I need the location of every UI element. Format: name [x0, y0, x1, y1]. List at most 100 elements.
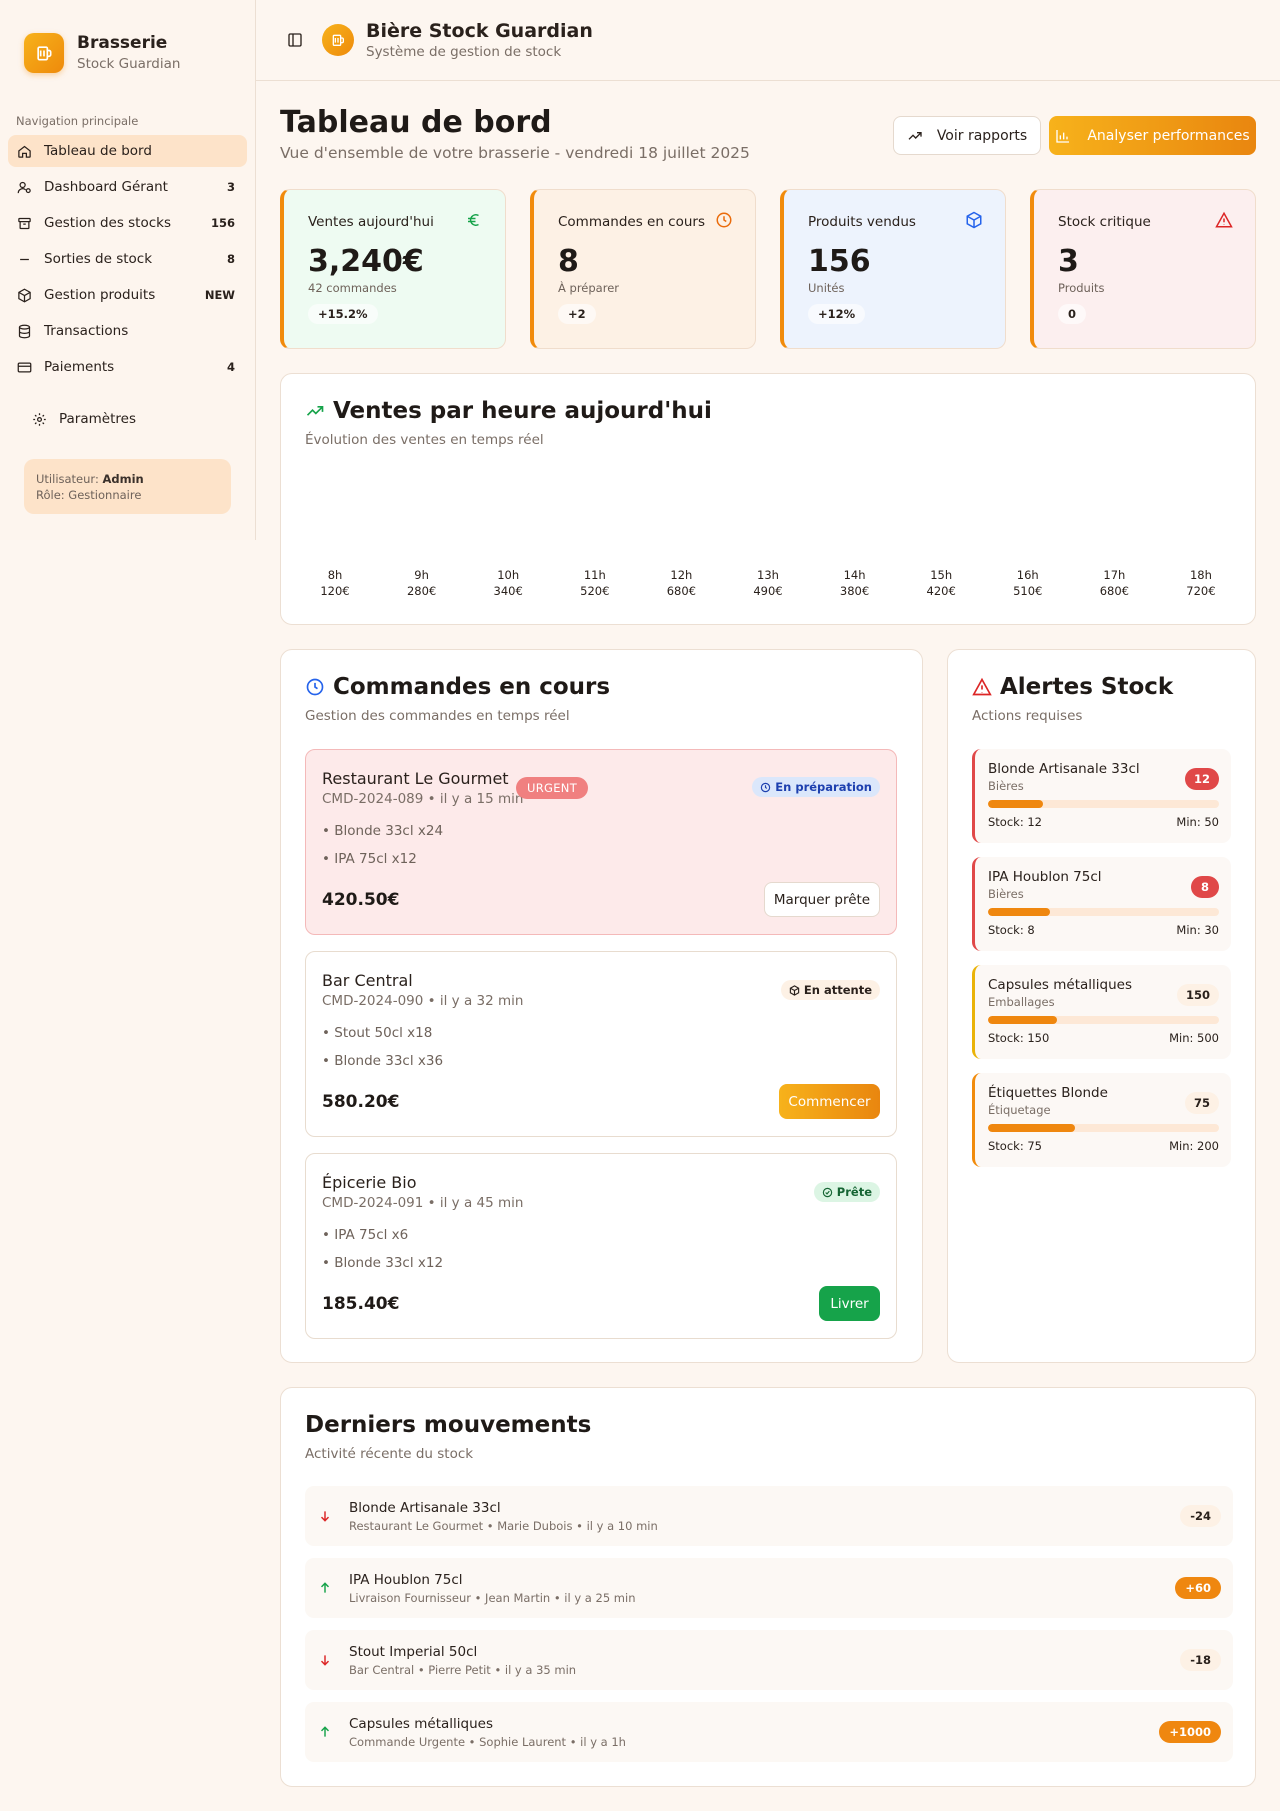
home-icon — [16, 143, 32, 159]
stock-level-fill — [988, 1124, 1075, 1132]
stat-card-produits-vendus[interactable]: Produits vendus 156 Unités +12% — [780, 189, 1006, 349]
app-subtitle: Système de gestion de stock — [366, 43, 562, 60]
movement-qty-badge: -18 — [1180, 1649, 1221, 1671]
orders-card: Commandes en cours Gestion des commandes… — [280, 649, 923, 1363]
sidebar-item-gestion-produits[interactable]: Gestion produits NEW — [8, 279, 247, 311]
commencer-button[interactable]: Commencer — [779, 1084, 880, 1119]
stat-sub: Unités — [808, 281, 845, 295]
hour-axis: 8h 120€ 9h 280€ 10h 340€ 11h 520€ 12h 680€ 13h 490€… — [305, 567, 1231, 599]
sidebar-item-paiements[interactable]: Paiements 4 — [8, 351, 247, 383]
arrow-up-icon — [317, 1725, 333, 1739]
stat-card-commandes[interactable]: Commandes en cours 8 À préparer +2 — [530, 189, 756, 349]
sidebar-item-sorties-stock[interactable]: Sorties de stock 8 — [8, 243, 247, 275]
sidebar-item-label: Gestion des stocks — [44, 215, 172, 231]
alert-stock: Stock: 8 — [988, 923, 1035, 937]
voir-rapports-button[interactable]: Voir rapports — [893, 116, 1041, 155]
archive-icon — [16, 215, 32, 231]
sidebar: Brasserie Stock Guardian Navigation prin… — [0, 0, 256, 540]
brand-subtitle: Stock Guardian — [77, 56, 181, 72]
sidebar-item-label: Paiements — [44, 359, 115, 375]
stat-sub: À préparer — [558, 281, 619, 295]
status-label: En attente — [803, 983, 872, 997]
hour-bar-13h: 13h 490€ — [738, 567, 798, 599]
order-total: 420.50€ — [322, 890, 400, 910]
order-card[interactable]: Épicerie Bio CMD-2024-091 • il y a 45 mi… — [305, 1153, 897, 1339]
hour-label: 16h — [1016, 568, 1039, 582]
order-card[interactable]: Bar Central CMD-2024-090 • il y a 32 min… — [305, 951, 897, 1137]
marquer-prete-button[interactable]: Marquer prête — [764, 882, 880, 917]
livrer-button[interactable]: Livrer — [819, 1286, 880, 1321]
status-badge: En attente — [780, 980, 880, 1000]
order-item: • IPA 75cl x6 — [322, 1227, 409, 1243]
package-icon — [789, 984, 800, 996]
stock-alert-item[interactable]: Capsules métalliques Emballages 150 Stoc… — [972, 965, 1231, 1059]
hour-label: 13h — [757, 568, 779, 582]
sidebar-item-transactions[interactable]: Transactions — [8, 315, 247, 347]
stock-alert-item[interactable]: IPA Houblon 75cl Bières 8 Stock: 8 Min: 3… — [972, 857, 1231, 951]
credit-card-icon — [16, 359, 32, 375]
movement-meta: Restaurant Le Gourmet • Marie Dubois • i… — [349, 1518, 658, 1533]
stat-trend-badge: +2 — [558, 304, 596, 324]
hour-bar-16h: 16h 510€ — [998, 567, 1058, 599]
alert-count-badge: 150 — [1176, 984, 1219, 1006]
sidebar-item-parametres[interactable]: Paramètres — [24, 404, 136, 434]
hour-value-label: 680€ — [666, 584, 697, 598]
hour-value-label: 520€ — [580, 584, 610, 598]
movement-row[interactable]: Blonde Artisanale 33cl Restaurant Le Gou… — [305, 1486, 1233, 1546]
sidebar-item-dashboard-gerant[interactable]: Dashboard Gérant 3 — [8, 171, 247, 203]
hour-bar-8h: 8h 120€ — [305, 567, 365, 599]
hour-value-label: 280€ — [406, 584, 437, 598]
gear-icon — [32, 412, 47, 427]
stat-trend-badge: 0 — [1058, 304, 1087, 324]
hour-label: 17h — [1103, 568, 1126, 582]
order-total: 185.40€ — [322, 1294, 400, 1314]
movement-qty-badge: +1000 — [1159, 1721, 1221, 1743]
order-item: • Blonde 33cl x24 — [322, 823, 444, 839]
sidebar-item-count: 3 — [226, 180, 235, 194]
stock-alert-item[interactable]: Blonde Artisanale 33cl Bières 12 Stock: … — [972, 749, 1231, 843]
user-info: Utilisateur: Admin Rôle: Gestionnaire — [24, 459, 231, 514]
euro-icon — [465, 211, 483, 233]
alert-stock: Stock: 75 — [988, 1139, 1042, 1153]
status-badge: En préparation — [752, 777, 880, 797]
analyser-performances-button[interactable]: Analyser performances — [1049, 116, 1256, 155]
order-item: • Blonde 33cl x12 — [322, 1255, 444, 1271]
stock-alert-item[interactable]: Étiquettes Blonde Étiquetage 75 Stock: 7… — [972, 1073, 1231, 1167]
stock-level-bar — [988, 1124, 1219, 1132]
movement-row[interactable]: IPA Houblon 75cl Livraison Fournisseur •… — [305, 1558, 1233, 1618]
stat-card-ventes[interactable]: Ventes aujourd'hui 3,240€ 42 commandes +… — [280, 189, 506, 349]
brand[interactable]: Brasserie Stock Guardian — [0, 0, 255, 80]
movement-product: Stout Imperial 50cl — [349, 1643, 478, 1660]
alert-min: Min: 200 — [1169, 1139, 1219, 1153]
hour-bar-10h: 10h 340€ — [478, 567, 538, 599]
urgent-badge: URGENT — [516, 777, 589, 799]
clock-icon — [760, 782, 771, 793]
movement-product: IPA Houblon 75cl — [349, 1571, 463, 1588]
hour-label: 18h — [1189, 568, 1212, 582]
movement-row[interactable]: Stout Imperial 50cl Bar Central • Pierre… — [305, 1630, 1233, 1690]
package-icon — [16, 287, 32, 303]
movements-title: Derniers mouvements — [305, 1412, 592, 1438]
stat-card-stock-critique[interactable]: Stock critique 3 Produits 0 — [1030, 189, 1256, 349]
alert-min: Min: 500 — [1169, 1031, 1219, 1045]
sidebar-item-count: 4 — [226, 360, 235, 374]
stock-level-bar — [988, 800, 1219, 808]
stat-trend-badge: +12% — [808, 304, 866, 324]
orders-title: Commandes en cours — [333, 674, 611, 700]
sidebar-item-gestion-stocks[interactable]: Gestion des stocks 156 — [8, 207, 247, 239]
hour-bar-14h: 14h 380€ — [825, 567, 885, 599]
sidebar-item-tableau-de-bord[interactable]: Tableau de bord — [8, 135, 247, 167]
stock-alerts-card: Alertes Stock Actions requises Blonde Ar… — [947, 649, 1256, 1363]
hour-value-label: 510€ — [1013, 584, 1043, 598]
movement-row[interactable]: Capsules métalliques Commande Urgente • … — [305, 1702, 1233, 1762]
user-name: Admin — [102, 472, 144, 486]
hour-bar-12h: 12h 680€ — [651, 567, 711, 599]
order-total: 580.20€ — [322, 1092, 400, 1112]
stat-sub: Produits — [1058, 281, 1105, 295]
trending-up-icon — [305, 401, 325, 421]
alert-stock: Stock: 12 — [988, 815, 1042, 829]
beer-mug-icon — [322, 24, 354, 56]
sidebar-toggle-icon[interactable] — [286, 31, 304, 49]
order-card[interactable]: Restaurant Le Gourmet CMD-2024-089 • il … — [305, 749, 897, 935]
stock-level-bar — [988, 1016, 1219, 1024]
